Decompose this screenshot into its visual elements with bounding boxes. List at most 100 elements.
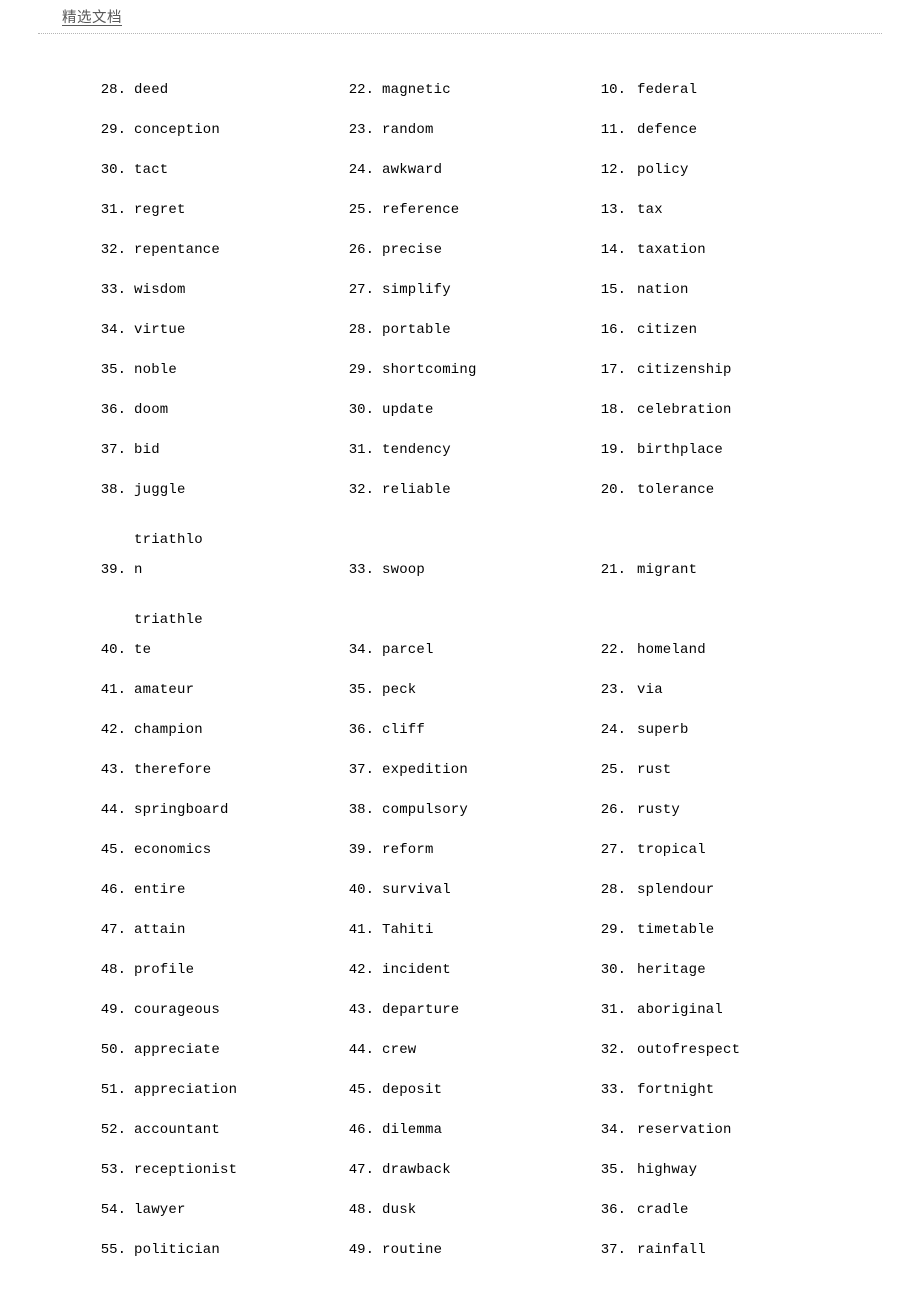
list-item: 50. appreciate xyxy=(100,1028,330,1068)
list-item: 24. superb xyxy=(600,708,850,748)
list-item-number: 41. xyxy=(348,922,374,938)
list-item-number: 52. xyxy=(100,1122,126,1138)
list-item-word: appreciation xyxy=(134,1082,238,1098)
word-column-2: 22. magnetic 23. random 24. awkward 25. referen… xyxy=(348,68,588,1268)
list-item-word: splendour xyxy=(637,882,715,898)
list-item: 44. springboard xyxy=(100,788,330,828)
list-item-word: economics xyxy=(134,842,212,858)
list-item-word: routine xyxy=(382,1242,443,1258)
list-item: 47. attain xyxy=(100,908,330,948)
list-item-word: cradle xyxy=(637,1202,689,1218)
header-divider xyxy=(38,33,882,34)
list-item-word: incident xyxy=(382,962,451,978)
list-item-number: 17. xyxy=(600,362,626,378)
list-item: 12. policy xyxy=(600,148,850,188)
list-item-number: 47. xyxy=(348,1162,374,1178)
list-item: 25. reference xyxy=(348,188,588,228)
list-item-number: 39. xyxy=(100,562,126,578)
list-item: 55. politician xyxy=(100,1228,330,1268)
header-title: 精选文档 xyxy=(62,10,122,26)
list-item: 45. deposit xyxy=(348,1068,588,1108)
list-item-word: dusk xyxy=(382,1202,417,1218)
list-item: 48. dusk xyxy=(348,1188,588,1228)
list-item-word: profile xyxy=(134,962,195,978)
list-item-number: 44. xyxy=(348,1042,374,1058)
list-item-word: policy xyxy=(637,162,689,178)
list-item-word: virtue xyxy=(134,322,186,338)
list-item-number: 32. xyxy=(600,1042,626,1058)
list-item-number: 29. xyxy=(348,362,374,378)
list-item: 30. update xyxy=(348,388,588,428)
list-item-word: champion xyxy=(134,722,203,738)
list-item: 13. tax xyxy=(600,188,850,228)
list-item: 29. conception xyxy=(100,108,330,148)
list-item-word: rust xyxy=(637,762,672,778)
list-item-word: accountant xyxy=(134,1122,221,1138)
list-item-number: 28. xyxy=(600,882,626,898)
list-item: 53. receptionist xyxy=(100,1148,330,1188)
list-item-word: amateur xyxy=(134,682,195,698)
list-item: 45. economics xyxy=(100,828,330,868)
list-item: 44. crew xyxy=(348,1028,588,1068)
list-item: 39. reform xyxy=(348,828,588,868)
list-item: 32. outofrespect xyxy=(600,1028,850,1068)
list-item-number: 15. xyxy=(600,282,626,298)
list-item-number: 33. xyxy=(348,562,374,578)
list-item-word: tendency xyxy=(382,442,451,458)
list-item-number: 44. xyxy=(100,802,126,818)
list-item-word: crew xyxy=(382,1042,417,1058)
list-item-number: 27. xyxy=(348,282,374,298)
list-item-number: 42. xyxy=(100,722,126,738)
list-item: 16. citizen xyxy=(600,308,850,348)
list-item-number: 54. xyxy=(100,1202,126,1218)
list-item-number: 22. xyxy=(348,82,374,98)
list-item: 37. expedition xyxy=(348,748,588,788)
list-item-word: deposit xyxy=(382,1082,443,1098)
list-item-number: 48. xyxy=(100,962,126,978)
list-item-word: citizen xyxy=(637,322,698,338)
list-item-word: parcel xyxy=(382,642,434,658)
list-item-word: superb xyxy=(637,722,689,738)
list-item-word: departure xyxy=(382,1002,460,1018)
list-item-word: birthplace xyxy=(637,442,724,458)
list-item-word: taxation xyxy=(637,242,706,258)
list-item-number: 53. xyxy=(100,1162,126,1178)
list-item: 23. random xyxy=(348,108,588,148)
list-item-number: 37. xyxy=(348,762,374,778)
list-item: 34. parcel xyxy=(348,588,588,668)
list-item-word: reform xyxy=(382,842,434,858)
list-item: 48. profile xyxy=(100,948,330,988)
list-item-word: migrant xyxy=(637,562,698,578)
list-item-word: repentance xyxy=(134,242,221,258)
list-item-number: 34. xyxy=(100,322,126,338)
list-item-word: juggle xyxy=(134,482,186,498)
word-column-1: 28. deed 29. conception 30. tact 31. regret 32. r… xyxy=(100,68,330,1268)
list-item: 25. rust xyxy=(600,748,850,788)
list-item-number: 26. xyxy=(600,802,626,818)
list-item: 46. dilemma xyxy=(348,1108,588,1148)
list-item-word: therefore xyxy=(134,762,212,778)
list-item-number: 30. xyxy=(348,402,374,418)
list-item-word: conception xyxy=(134,122,221,138)
list-item: 42. champion xyxy=(100,708,330,748)
list-item-word: politician xyxy=(134,1242,221,1258)
list-item-word: magnetic xyxy=(382,82,451,98)
list-item-word: expedition xyxy=(382,762,469,778)
list-item: 10. federal xyxy=(600,68,850,108)
list-item: 21. migrant xyxy=(600,508,850,588)
list-item: 37. rainfall xyxy=(600,1228,850,1268)
list-item: 41. amateur xyxy=(100,668,330,708)
list-item: 34. reservation xyxy=(600,1108,850,1148)
list-item: 19. birthplace xyxy=(600,428,850,468)
list-item: 43. therefore xyxy=(100,748,330,788)
list-item: 18. celebration xyxy=(600,388,850,428)
list-item-number: 21. xyxy=(600,562,626,578)
list-item-number: 20. xyxy=(600,482,626,498)
list-item-number: 25. xyxy=(348,202,374,218)
list-item-word: attain xyxy=(134,922,186,938)
list-item-word: random xyxy=(382,122,434,138)
list-item-number: 37. xyxy=(600,1242,626,1258)
list-item-number: 33. xyxy=(600,1082,626,1098)
list-item: 35. highway xyxy=(600,1148,850,1188)
list-item: 35. noble xyxy=(100,348,330,388)
